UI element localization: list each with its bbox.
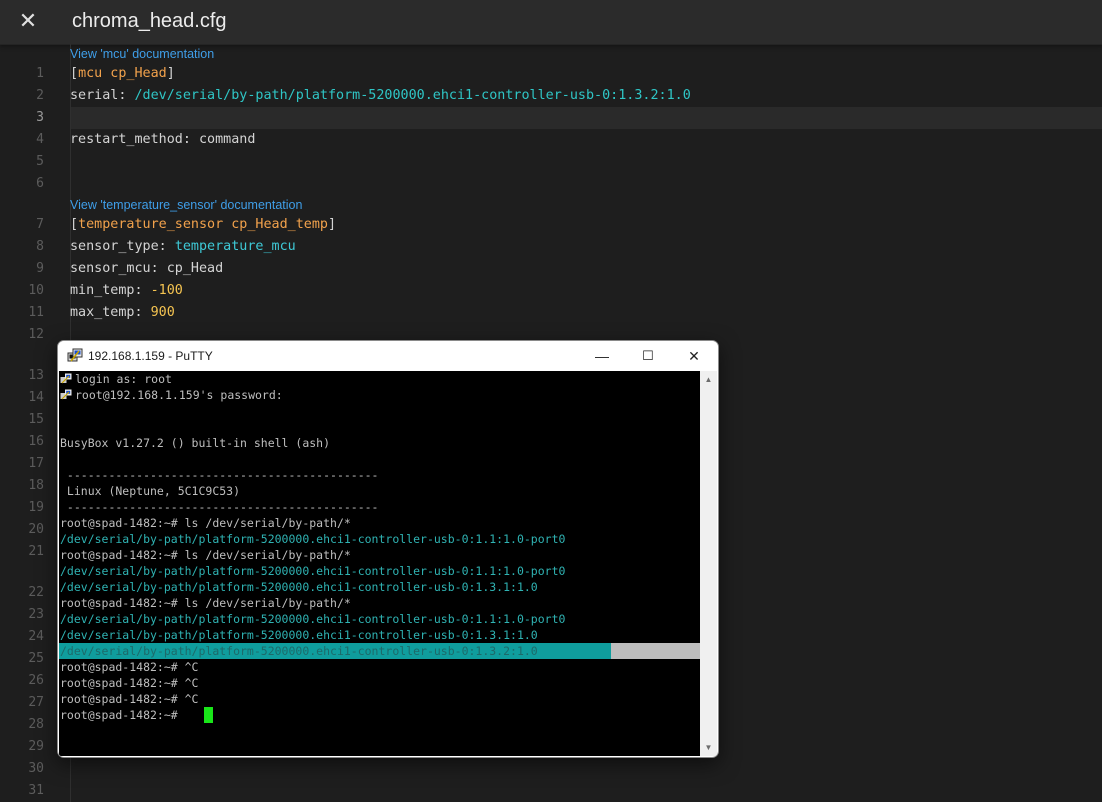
config-key: min_temp: bbox=[70, 283, 151, 298]
bracket-open: [ bbox=[70, 217, 79, 232]
line-number: 3 bbox=[36, 110, 44, 125]
line-number: 16 bbox=[28, 434, 44, 449]
config-value: /dev/serial/by-path/platform-5200000.ehc… bbox=[134, 88, 691, 103]
config-value: 900 bbox=[150, 305, 175, 320]
bracket-open: [ bbox=[70, 66, 79, 81]
line-number: 7 bbox=[36, 217, 44, 232]
code-line[interactable]: restart_method: command bbox=[70, 129, 255, 151]
scroll-down-arrow-icon[interactable]: ▼ bbox=[700, 739, 717, 756]
config-value: temperature_mcu bbox=[174, 239, 296, 254]
terminal-prompt[interactable]: root@spad-1482:~# bbox=[60, 707, 185, 723]
file-title: chroma_head.cfg bbox=[72, 10, 227, 32]
line-number: 19 bbox=[28, 500, 44, 515]
line-number: 4 bbox=[36, 132, 44, 147]
editor-header: ✕ chroma_head.cfg bbox=[0, 0, 1102, 45]
temperature-sensor-doc-link[interactable]: View 'temperature_sensor' documentation bbox=[70, 197, 302, 213]
code-line[interactable]: min_temp: -100 bbox=[70, 280, 183, 302]
line-number: 15 bbox=[28, 412, 44, 427]
terminal-line: root@192.168.1.159's password: bbox=[60, 387, 283, 403]
line-number: 22 bbox=[28, 585, 44, 600]
terminal-line: /dev/serial/by-path/platform-5200000.ehc… bbox=[60, 580, 538, 594]
putty-key-icon bbox=[60, 373, 72, 384]
line-number: 27 bbox=[28, 695, 44, 710]
terminal-line: root@spad-1482:~# ^C bbox=[60, 692, 199, 706]
terminal-line: Linux (Neptune, 5C1C9C53) bbox=[60, 484, 241, 498]
putty-window[interactable]: 192.168.1.159 - PuTTY — ☐ ✕ login as: ro… bbox=[57, 340, 719, 758]
line-number: 31 bbox=[28, 783, 44, 798]
line-number: 1 bbox=[36, 66, 44, 81]
putty-key-icon bbox=[60, 389, 72, 400]
line-number: 29 bbox=[28, 739, 44, 754]
terminal-line-selected[interactable]: /dev/serial/by-path/platform-5200000.ehc… bbox=[60, 643, 538, 659]
scroll-up-arrow-icon[interactable]: ▲ bbox=[700, 371, 717, 388]
code-line[interactable]: [mcu cp_Head] bbox=[70, 63, 175, 85]
terminal-line: /dev/serial/by-path/platform-5200000.ehc… bbox=[60, 532, 566, 546]
line-number: 30 bbox=[28, 761, 44, 776]
terminal-text: login as: root bbox=[75, 372, 172, 386]
terminal-line: /dev/serial/by-path/platform-5200000.ehc… bbox=[60, 628, 538, 642]
line-number: 17 bbox=[28, 456, 44, 471]
terminal-line: root@spad-1482:~# ^C bbox=[60, 676, 199, 690]
section-name: mcu cp_Head bbox=[78, 66, 167, 81]
code-line[interactable]: serial: /dev/serial/by-path/platform-520… bbox=[70, 85, 691, 107]
maximize-button[interactable]: ☐ bbox=[625, 341, 671, 371]
line-number: 18 bbox=[28, 478, 44, 493]
bracket-close: ] bbox=[327, 217, 337, 232]
line-number: 25 bbox=[28, 651, 44, 666]
terminal-line: /dev/serial/by-path/platform-5200000.ehc… bbox=[60, 612, 566, 626]
line-number: 6 bbox=[36, 176, 44, 191]
terminal-line: /dev/serial/by-path/platform-5200000.ehc… bbox=[60, 564, 566, 578]
line-number: 8 bbox=[36, 239, 44, 254]
line-number: 5 bbox=[36, 154, 44, 169]
line-number: 2 bbox=[36, 88, 44, 103]
terminal-scrollbar[interactable]: ▲ ▼ bbox=[700, 371, 717, 756]
active-line-highlight bbox=[70, 107, 1102, 129]
putty-app-icon bbox=[67, 348, 83, 362]
terminal-line: root@spad-1482:~# ls /dev/serial/by-path… bbox=[60, 548, 351, 562]
line-number: 14 bbox=[28, 390, 44, 405]
code-line[interactable]: sensor_mcu: cp_Head bbox=[70, 258, 223, 280]
line-number: 26 bbox=[28, 673, 44, 688]
config-key: sensor_type: bbox=[70, 239, 175, 254]
section-name: temperature_sensor cp_Head_temp bbox=[78, 217, 328, 232]
line-number: 24 bbox=[28, 629, 44, 644]
line-number: 28 bbox=[28, 717, 44, 732]
terminal-line: BusyBox v1.27.2 () built-in shell (ash) bbox=[60, 436, 331, 450]
terminal-line: login as: root bbox=[60, 371, 172, 387]
bracket-close: ] bbox=[166, 66, 175, 81]
terminal-line: ----------------------------------------… bbox=[60, 468, 379, 482]
code-line[interactable]: sensor_type: temperature_mcu bbox=[70, 236, 296, 258]
config-key: max_temp: bbox=[70, 305, 151, 320]
terminal-cursor bbox=[204, 707, 213, 723]
line-number: 11 bbox=[28, 305, 44, 320]
terminal-line: root@spad-1482:~# ^C bbox=[60, 660, 199, 674]
code-line[interactable]: max_temp: 900 bbox=[70, 302, 175, 324]
line-number: 23 bbox=[28, 607, 44, 622]
close-button[interactable]: ✕ bbox=[671, 341, 717, 371]
terminal-line: root@spad-1482:~# ls /dev/serial/by-path… bbox=[60, 516, 351, 530]
terminal-screen[interactable]: login as: root root@192.168.1.159's pass… bbox=[59, 371, 700, 756]
code-line[interactable]: [temperature_sensor cp_Head_temp] bbox=[70, 214, 336, 236]
config-key: serial: bbox=[70, 88, 135, 103]
line-number: 21 bbox=[28, 544, 44, 559]
terminal-line: ----------------------------------------… bbox=[60, 500, 379, 514]
mcu-doc-link[interactable]: View 'mcu' documentation bbox=[70, 46, 214, 62]
line-number: 9 bbox=[36, 261, 44, 276]
line-number: 12 bbox=[28, 327, 44, 342]
terminal-line: root@spad-1482:~# ls /dev/serial/by-path… bbox=[60, 596, 351, 610]
terminal-text: root@192.168.1.159's password: bbox=[75, 388, 283, 402]
config-value: -100 bbox=[150, 283, 183, 298]
putty-titlebar[interactable]: 192.168.1.159 - PuTTY — ☐ ✕ bbox=[58, 341, 718, 371]
line-number: 10 bbox=[28, 283, 44, 298]
putty-title: 192.168.1.159 - PuTTY bbox=[88, 349, 213, 363]
line-number: 13 bbox=[28, 368, 44, 383]
minimize-button[interactable]: — bbox=[579, 341, 625, 371]
close-icon[interactable]: ✕ bbox=[16, 9, 40, 33]
line-number: 20 bbox=[28, 522, 44, 537]
